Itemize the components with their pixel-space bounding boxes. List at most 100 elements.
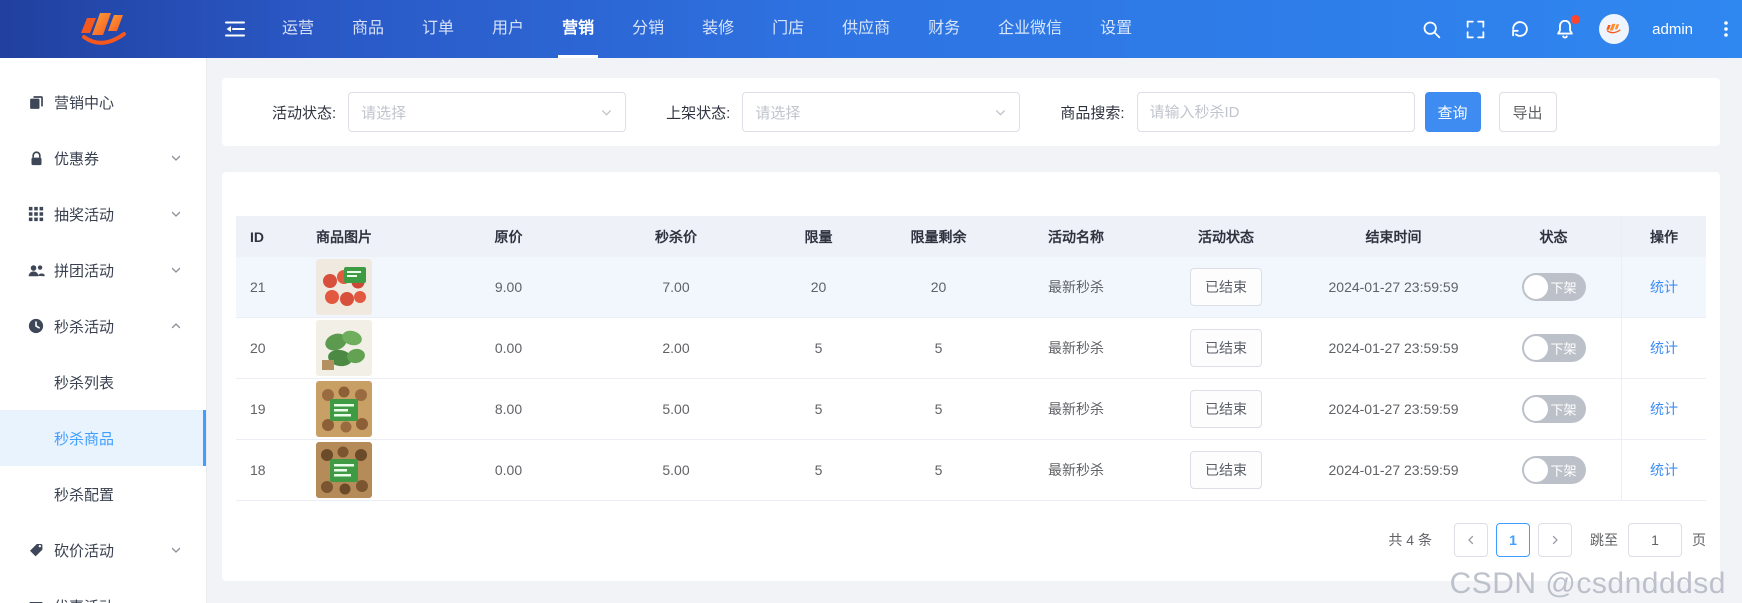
switch-label: 下架 — [1550, 463, 1577, 479]
sidebar-item-label: 优惠券 — [54, 150, 100, 168]
status-switch[interactable]: 下架 — [1521, 334, 1586, 362]
nav-item-operations[interactable]: 运营 — [263, 0, 333, 58]
sidebar-item-label: 营销中心 — [54, 94, 115, 112]
chevron-down-icon — [170, 152, 182, 164]
col-header-original-price: 原价 — [494, 228, 523, 245]
sidebar-item-label: 秒杀活动 — [54, 318, 115, 336]
sidebar-item-marketing-center[interactable]: 营销中心 — [0, 74, 206, 130]
sidebar-item-label: 抽奖活动 — [54, 206, 115, 224]
sidebar-item-seckill[interactable]: 秒杀活动 — [0, 298, 206, 354]
table-header-row: ID 商品图片 原价 秒杀价 限量 限量剩余 活动名称 活动状态 结束时间 状态… — [236, 216, 1706, 257]
row-id: 20 — [250, 340, 266, 356]
brand-logo — [0, 0, 207, 58]
col-header-limit: 限量 — [804, 228, 833, 245]
row-id: 18 — [250, 462, 266, 478]
nav-item-decoration[interactable]: 装修 — [683, 0, 753, 58]
jump-to-label: 跳至 — [1590, 532, 1618, 548]
sidebar-item-lottery[interactable]: 抽奖活动 — [0, 186, 206, 242]
chevron-up-icon — [170, 320, 182, 332]
sidebar-subitem-seckill-list[interactable]: 秒杀列表 — [0, 354, 206, 410]
nav-item-stores[interactable]: 门店 — [753, 0, 823, 58]
main-content: 活动状态: 请选择 上架状态: 请选择 商品搜索: 请输入秒杀ID 查询 导出 … — [207, 58, 1742, 603]
nav-item-marketing[interactable]: 营销 — [543, 0, 613, 58]
row-activity-name: 最新秒杀 — [1048, 340, 1104, 356]
lock-icon — [27, 150, 45, 167]
row-limit: 5 — [814, 340, 823, 356]
sidebar-subitem-label: 秒杀配置 — [54, 486, 115, 504]
switch-knob — [1523, 458, 1548, 482]
sidebar-item-coupons[interactable]: 优惠券 — [0, 130, 206, 186]
row-end-time: 2024-01-27 23:59:59 — [1328, 462, 1459, 478]
chevron-down-icon — [170, 208, 182, 220]
stats-link[interactable]: 统计 — [1650, 277, 1678, 297]
stats-link[interactable]: 统计 — [1650, 338, 1678, 358]
pagination-total: 共 4 条 — [1388, 532, 1432, 548]
kebab-menu-icon[interactable] — [1718, 19, 1734, 39]
stats-link[interactable]: 统计 — [1650, 460, 1678, 480]
stats-link[interactable]: 统计 — [1650, 399, 1678, 419]
query-button[interactable]: 查询 — [1424, 92, 1481, 132]
col-header-actions: 操作 — [1621, 216, 1706, 257]
nav-item-orders[interactable]: 订单 — [403, 0, 473, 58]
row-seckill-price: 5.00 — [662, 401, 690, 417]
status-switch[interactable]: 下架 — [1521, 395, 1586, 423]
chevron-down-icon — [600, 106, 613, 119]
sidebar-subitem-label: 秒杀商品 — [54, 430, 115, 448]
nav-item-wecom[interactable]: 企业微信 — [979, 0, 1081, 58]
status-switch[interactable]: 下架 — [1521, 273, 1586, 301]
nav-item-suppliers[interactable]: 供应商 — [823, 0, 909, 58]
username-label[interactable]: admin — [1652, 21, 1693, 38]
row-original-price: 0.00 — [494, 462, 523, 478]
prev-page-button[interactable] — [1454, 523, 1488, 557]
sidebar-subitem-seckill-products[interactable]: 秒杀商品 — [0, 410, 206, 466]
fold-sidebar-icon[interactable] — [223, 17, 247, 41]
grid-icon — [27, 206, 45, 222]
nav-item-finance[interactable]: 财务 — [909, 0, 979, 58]
col-header-status: 状态 — [1539, 228, 1568, 245]
status-badge: 已结束 — [1190, 268, 1262, 306]
col-header-activity-name: 活动名称 — [1048, 228, 1104, 245]
col-header-activity-status: 活动状态 — [1198, 228, 1254, 245]
jump-page-input[interactable] — [1628, 523, 1682, 557]
shelf-status-select[interactable]: 请选择 — [742, 92, 1021, 132]
export-button[interactable]: 导出 — [1498, 92, 1557, 132]
table-row: 19 8.00 5.00 5 5 最新秒杀 已结束 2024-01-27 23:… — [236, 379, 1706, 440]
search-icon[interactable] — [1421, 19, 1442, 40]
user-avatar[interactable] — [1599, 14, 1630, 44]
fullscreen-icon[interactable] — [1465, 19, 1486, 40]
chevron-down-icon — [994, 106, 1007, 119]
row-limit: 20 — [810, 279, 827, 295]
sidebar-item-discount[interactable]: 优惠活动 — [0, 578, 206, 603]
sidebar-item-bargain[interactable]: 砍价活动 — [0, 522, 206, 578]
seckill-id-input[interactable] — [1136, 92, 1415, 132]
col-header-remaining: 限量剩余 — [910, 228, 967, 245]
status-switch[interactable]: 下架 — [1521, 456, 1586, 484]
row-end-time: 2024-01-27 23:59:59 — [1328, 340, 1459, 356]
activity-status-select[interactable]: 请选择 — [348, 92, 627, 132]
status-badge: 已结束 — [1190, 329, 1262, 367]
row-id: 21 — [250, 279, 266, 295]
nav-item-users[interactable]: 用户 — [473, 0, 543, 58]
bell-icon[interactable] — [1554, 15, 1581, 40]
row-id: 19 — [250, 401, 266, 417]
sidebar-item-group-buy[interactable]: 拼团活动 — [0, 242, 206, 298]
nav-item-settings[interactable]: 设置 — [1081, 0, 1151, 58]
seckill-products-table-card: ID 商品图片 原价 秒杀价 限量 限量剩余 活动名称 活动状态 结束时间 状态… — [222, 172, 1720, 581]
pagination: 共 4 条 1 跳至 页 — [236, 501, 1706, 579]
select-placeholder: 请选择 — [361, 104, 407, 122]
nav-item-products[interactable]: 商品 — [333, 0, 403, 58]
refresh-icon[interactable] — [1509, 18, 1531, 40]
switch-knob — [1523, 397, 1548, 421]
shelf-status-label: 上架状态: — [666, 104, 731, 122]
table-row: 18 0.00 5.00 5 5 最新秒杀 已结束 2024-01-27 23:… — [236, 440, 1706, 501]
row-original-price: 9.00 — [494, 279, 523, 295]
col-header-seckill-price: 秒杀价 — [655, 228, 697, 245]
sidebar-item-label: 拼团活动 — [54, 262, 115, 280]
row-limit: 5 — [814, 401, 823, 417]
activity-status-label: 活动状态: — [272, 104, 337, 122]
page-number-button[interactable]: 1 — [1496, 523, 1530, 557]
nav-item-distribution[interactable]: 分销 — [613, 0, 683, 58]
next-page-button[interactable] — [1538, 523, 1572, 557]
sidebar-subitem-seckill-config[interactable]: 秒杀配置 — [0, 466, 206, 522]
product-search-label: 商品搜索: — [1060, 104, 1125, 122]
